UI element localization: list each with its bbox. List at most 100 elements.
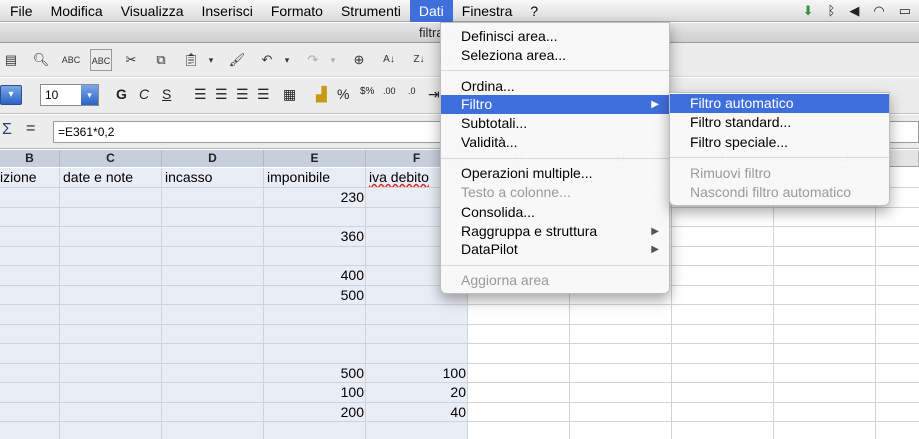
menu-item-consolida[interactable]: Consolida... [441,203,669,222]
table-cell[interactable]: 200 [264,402,366,422]
submenu-arrow-icon: ▶ [651,244,659,255]
menu-separator [441,158,669,159]
menu-item-filtro-standard[interactable]: Filtro standard... [670,113,889,132]
menu-strumenti[interactable]: Strumenti [332,0,410,22]
dati-menu: Definisci area... Seleziona area... Ordi… [440,22,670,294]
cut-icon[interactable]: ✂ [120,49,142,71]
sort-ascending-icon[interactable]: A↓ [378,49,400,71]
menu-item-seleziona-area[interactable]: Seleziona area... [441,46,669,65]
menu-item-raggruppa-e-struttura[interactable]: Raggruppa e struttura ▶ [441,222,669,241]
font-size-field[interactable]: 10 ▾ [40,84,99,106]
menu-finestra[interactable]: Finestra [453,0,522,22]
battery-icon[interactable]: ▭ [899,0,911,22]
grid-line [0,304,919,305]
underline-button[interactable]: S [162,86,171,102]
table-cell[interactable]: 230 [264,187,366,207]
table-cell[interactable]: 20 [366,382,468,402]
menu-separator [441,70,669,71]
menu-item-validita[interactable]: Validità... [441,133,669,152]
menu-item-nascondi-filtro-automatico[interactable]: Nascondi filtro automatico [670,183,889,202]
spellcheck-icon[interactable]: ABC [60,49,82,71]
font-size-value: 10 [45,88,59,102]
download-icon[interactable]: ⬇ [803,0,814,22]
menu-item-filtro-speciale[interactable]: Filtro speciale... [670,133,889,152]
undo-dropdown-icon[interactable]: ▾ [280,49,294,71]
font-size-dropdown-icon[interactable]: ▾ [81,85,98,105]
grid-line [0,324,919,325]
menu-item-datapilot-label: DataPilot [461,241,518,257]
filtro-submenu: Filtro automatico Filtro standard... Fil… [669,92,890,206]
table-cell[interactable]: 500 [264,285,366,305]
volume-icon[interactable]: ◀ [849,0,859,22]
menu-item-ordina[interactable]: Ordina... [441,77,669,96]
bold-button[interactable]: G [116,86,127,102]
menu-item-subtotali[interactable]: Subtotali... [441,114,669,133]
justify-icon[interactable]: ☰ [257,86,270,103]
sort-descending-icon[interactable]: Z↓ [408,49,430,71]
add-decimal-icon[interactable]: .00 [383,86,396,96]
merge-cells-icon[interactable]: ▦ [283,86,296,103]
menu-file[interactable]: File [0,0,42,22]
print-preview-icon[interactable]: 🔍︎ [30,49,52,71]
copy-icon[interactable]: ⧉ [150,49,172,71]
sum-icon[interactable]: Σ [2,121,12,139]
cell-d-header[interactable]: incasso [162,167,264,187]
autospellcheck-icon[interactable]: ABC [90,48,112,71]
grid-line [0,343,919,344]
menu-help[interactable]: ? [521,0,547,22]
cell-b-header[interactable]: izione [0,167,59,187]
menu-item-raggruppa-label: Raggruppa e struttura [461,223,598,239]
paste-dropdown-icon[interactable]: ▾ [204,49,218,71]
percent-button[interactable]: % [337,86,349,102]
function-icon[interactable]: = [26,120,35,138]
table-cell[interactable]: 40 [366,402,468,422]
table-cell[interactable]: 500 [264,363,366,383]
column-header-b[interactable]: B [0,150,60,167]
menu-item-operazioni-multiple[interactable]: Operazioni multiple... [441,164,669,183]
menu-formato[interactable]: Formato [262,0,332,22]
table-cell[interactable]: 360 [264,226,366,246]
align-left-icon[interactable]: ☰ [194,86,207,103]
edit-file-icon[interactable]: ▤ [0,49,22,71]
style-dropdown[interactable]: ▾ [0,85,22,105]
menu-item-filtro-label: Filtro [461,96,493,112]
menu-item-rimuovi-filtro[interactable]: Rimuovi filtro [670,164,889,183]
menu-inserisci[interactable]: Inserisci [192,0,261,22]
menu-item-datapilot[interactable]: DataPilot ▶ [441,240,669,259]
cell-c-header[interactable]: date e note [60,167,162,187]
status-icons: ⬇ ᛒ ◀ ◠ ▭ [803,0,911,22]
undo-icon[interactable]: ↶ [256,49,278,71]
submenu-arrow-icon: ▶ [651,99,659,110]
column-header-c[interactable]: C [60,150,162,167]
indent-icon[interactable]: ⇥ [428,86,440,103]
menu-dati[interactable]: Dati [409,0,453,22]
menu-item-testo-a-colonne[interactable]: Testo a colonne... [441,183,669,202]
menu-item-filtro-automatico[interactable]: Filtro automatico [670,94,889,113]
menu-modifica[interactable]: Modifica [42,0,112,22]
hyperlink-icon[interactable]: ⊕ [348,49,370,71]
table-cell[interactable]: 100 [366,363,468,383]
paste-icon[interactable]: 📋︎ [180,49,202,71]
align-right-icon[interactable]: ☰ [236,86,249,103]
menu-item-definisci-area[interactable]: Definisci area... [441,27,669,46]
wifi-icon[interactable]: ◠ [873,0,884,22]
menu-item-aggiorna-area[interactable]: Aggiorna area [441,271,669,290]
align-center-icon[interactable]: ☰ [215,86,228,103]
bluetooth-icon[interactable]: ᛒ [828,0,836,22]
redo-icon[interactable]: ↷ [302,49,324,71]
column-header-e[interactable]: E [264,150,366,167]
table-cell[interactable]: 400 [264,265,366,285]
currency-icon[interactable]: ▟ [316,86,327,103]
table-cell[interactable]: 100 [264,382,366,402]
menu-visualizza[interactable]: Visualizza [112,0,193,22]
column-header-d[interactable]: D [162,150,264,167]
cell-f-header[interactable]: iva debito [366,167,446,187]
italic-button[interactable]: C [139,86,149,102]
standard-format-icon[interactable]: $% [360,86,374,97]
menu-item-filtro[interactable]: Filtro ▶ [441,95,669,114]
format-paintbrush-icon[interactable]: 🖌︎ [226,49,248,71]
menu-separator [670,157,889,158]
cell-e-header[interactable]: imponibile [264,167,366,187]
redo-dropdown-icon[interactable]: ▾ [326,49,340,71]
delete-decimal-icon[interactable]: .0 [408,86,416,96]
